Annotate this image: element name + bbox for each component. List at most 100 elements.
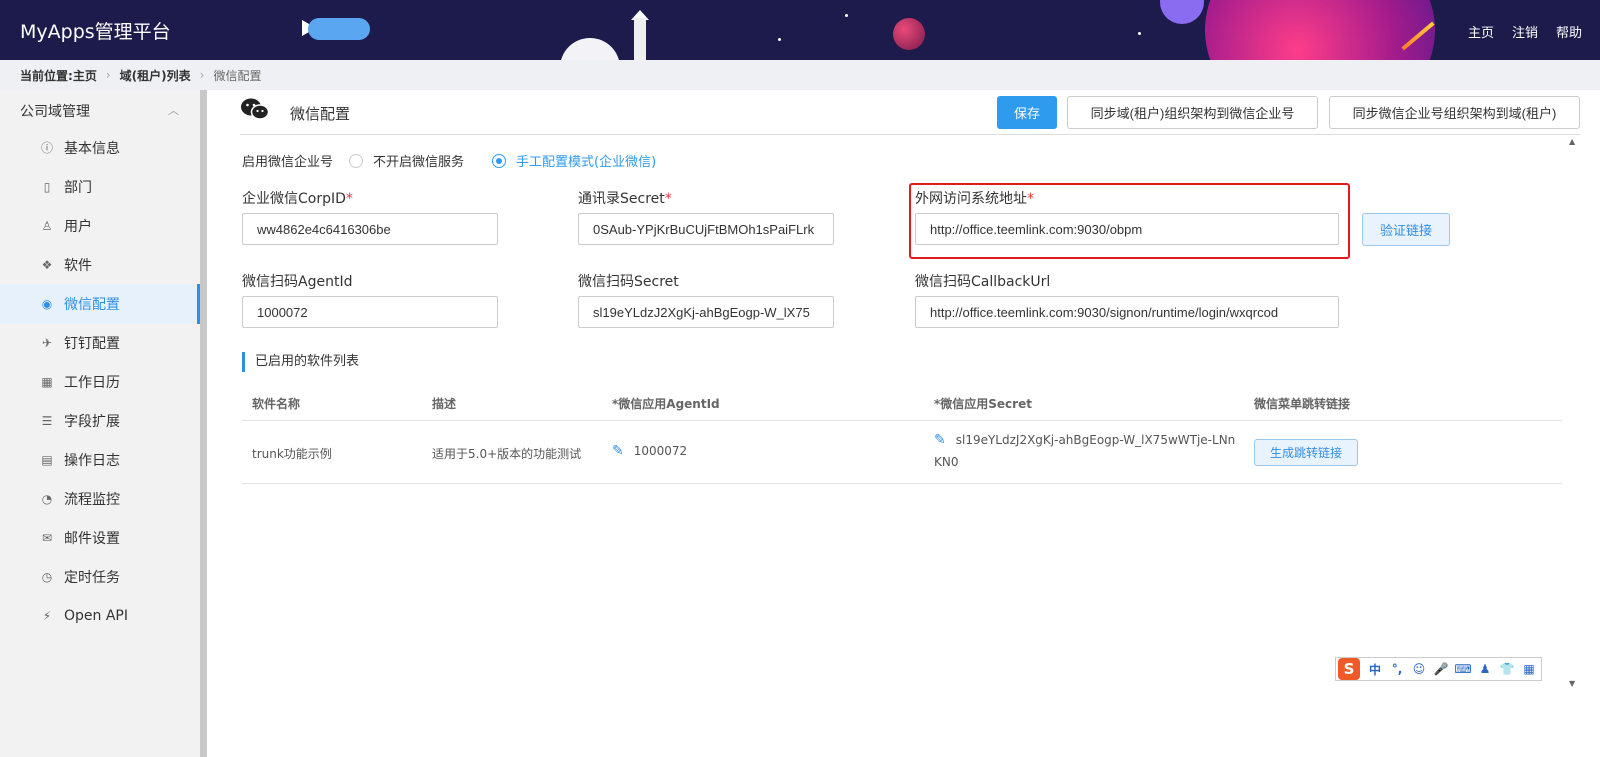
sidebar-item-department[interactable]: ▯ 部门 [0,167,200,207]
sidebar-item-label: 钉钉配置 [64,336,120,352]
microphone-icon[interactable]: 🎤 [1430,662,1452,676]
main-scrollbar[interactable]: ▲ ▼ [1567,135,1580,690]
nav-home-link[interactable]: 主页 [1468,22,1494,41]
sidebar-item-wechat-config[interactable]: ◉ 微信配置 [0,284,200,324]
sidebar-item-operation-log[interactable]: ▤ 操作日志 [0,440,200,480]
cloud-decoration [560,38,620,60]
pencil-icon[interactable]: ✎ [612,443,624,459]
sidebar-item-scheduled-task[interactable]: ◷ 定时任务 [0,557,200,597]
wechat-logo-icon [241,98,270,120]
secret-cell: ✎ sl19eYLdzJ2XgKj-ahBgEogp-W_lX75wWTje-LN… [934,429,1235,473]
software-desc-cell: 适用于5.0+版本的功能测试 [432,447,582,461]
clock-icon: ◷ [41,570,53,584]
user-icon[interactable]: ♟ [1474,662,1496,676]
sidebar-item-label: 用户 [64,219,92,235]
agent-id-value: 1000072 [633,444,688,458]
info-icon: ⓘ [40,141,53,155]
punctuation-icon[interactable]: °, [1386,662,1408,676]
sidebar-item-label: Open API [64,608,128,624]
breadcrumb-separator: › [199,68,205,82]
sidebar-item-flow-monitor[interactable]: ◔ 流程监控 [0,479,200,519]
sidebar-group-title[interactable]: 公司域管理 [20,101,90,121]
callback-url-label: 微信扫码CallbackUrl [915,274,1051,290]
nav-help-link[interactable]: 帮助 [1556,22,1582,41]
breadcrumb-separator: › [105,68,111,82]
sync-to-wechat-button[interactable]: 同步域(租户)组织架构到微信企业号 [1067,96,1318,129]
verify-link-button[interactable]: 验证链接 [1362,213,1450,246]
log-icon: ▤ [41,453,53,467]
column-header: 描述 [432,397,457,411]
corp-id-input[interactable] [242,213,498,245]
generate-link-button[interactable]: 生成跳转链接 [1254,439,1358,466]
nav-logout-link[interactable]: 注销 [1512,22,1538,41]
column-header: *微信应用Secret [934,397,1032,411]
enable-wechat-label: 启用微信企业号 [242,155,334,170]
sidebar-item-label: 定时任务 [64,570,120,586]
agent-id-cell: ✎ 1000072 [612,443,687,459]
plug-icon: ⚡ [42,609,52,623]
toolbox-icon[interactable]: ▦ [1518,662,1540,676]
sidebar-item-basic-info[interactable]: ⓘ 基本信息 [0,128,200,168]
external-url-input[interactable] [915,213,1339,245]
building-icon: ▯ [43,180,51,194]
cubes-icon: ❖ [41,258,53,272]
sidebar-item-user[interactable]: ♙ 用户 [0,206,200,246]
contacts-secret-label: 通讯录Secret* [578,191,672,207]
radio-manual-config-label[interactable]: 手工配置模式(企业微信) [516,151,656,170]
secret-value-line2: KN0 [934,455,959,469]
ime-toolbar: S 中 °, ☺ 🎤 ⌨ ♟ 👕 ▦ [1335,657,1542,681]
scroll-down-icon[interactable]: ▼ [1569,679,1575,688]
small-planet-decoration [893,18,925,50]
radio-manual-config[interactable] [492,153,507,168]
column-header: 软件名称 [252,397,301,411]
moon-decoration [1160,0,1204,24]
breadcrumb: 当前位置: 主页 › 域(租户)列表 › 微信配置 [0,60,1600,90]
sync-from-wechat-button[interactable]: 同步微信企业号组织架构到域(租户) [1329,96,1580,129]
scan-agent-id-input[interactable] [242,296,498,328]
sidebar-item-field-extension[interactable]: ☰ 字段扩展 [0,401,200,441]
chinese-mode-icon[interactable]: 中 [1364,661,1386,678]
radio-disable-wechat-label[interactable]: 不开启微信服务 [373,151,464,170]
sidebar-item-label: 软件 [64,258,92,274]
sidebar-scrollbar[interactable] [200,90,207,757]
secret-value-line1: sl19eYLdzJ2XgKj-ahBgEogp-W_lX75wWTje-LNn [955,433,1236,447]
corp-id-label: 企业微信CorpID* [242,191,353,207]
scan-agent-id-label: 微信扫码AgentId [242,274,353,290]
external-url-label: 外网访问系统地址* [915,191,1034,207]
column-header: 微信菜单跳转链接 [1254,397,1351,411]
sidebar-item-software[interactable]: ❖ 软件 [0,245,200,285]
skin-icon[interactable]: 👕 [1496,662,1518,676]
top-header: MyApps管理平台 主页 注销 帮助 [0,0,1600,60]
sogou-logo-icon[interactable]: S [1338,658,1360,680]
breadcrumb-tenant-list[interactable]: 域(租户)列表 [120,67,191,84]
radio-disable-wechat[interactable] [349,153,364,168]
pencil-icon[interactable]: ✎ [934,432,946,448]
breadcrumb-home[interactable]: 主页 [73,67,97,84]
app-brand: MyApps管理平台 [20,21,171,43]
chevron-up-icon[interactable]: ︿ [168,102,179,118]
sidebar-item-label: 字段扩展 [64,414,120,430]
scroll-up-icon[interactable]: ▲ [1569,137,1575,146]
keyboard-icon[interactable]: ⌨ [1452,662,1474,676]
save-button[interactable]: 保存 [997,96,1057,129]
sidebar-item-label: 邮件设置 [64,531,120,547]
sidebar-item-open-api[interactable]: ⚡ Open API [0,596,200,636]
emoji-icon[interactable]: ☺ [1408,662,1430,676]
software-name-cell: trunk功能示例 [252,447,332,461]
star-decoration [778,38,781,41]
dashboard-icon: ◔ [41,492,53,506]
sidebar-item-label: 基本信息 [64,141,120,157]
sidebar-item-label: 微信配置 [64,297,120,313]
blimp-decoration [308,18,370,40]
sidebar-item-work-calendar[interactable]: ▦ 工作日历 [0,362,200,402]
sidebar-item-mail-settings[interactable]: ✉ 邮件设置 [0,518,200,558]
column-header: *微信应用AgentId [612,397,720,411]
sidebar: 公司域管理 ︿ ⓘ 基本信息 ▯ 部门 ♙ 用户 ❖ 软件 ◉ 微信配置 ✈ 钉钉配置 ▦ 工… [0,90,200,757]
sidebar-item-label: 操作日志 [64,453,120,469]
scan-secret-input[interactable] [578,296,834,328]
callback-url-input[interactable] [915,296,1339,328]
enable-wechat-row: 启用微信企业号 不开启微信服务 手工配置模式(企业微信) [242,151,656,170]
table-row: trunk功能示例 适用于5.0+版本的功能测试 ✎ 1000072 ✎ sl19e… [242,421,1562,484]
sidebar-item-dingtalk-config[interactable]: ✈ 钉钉配置 [0,323,200,363]
contacts-secret-input[interactable] [578,213,834,245]
